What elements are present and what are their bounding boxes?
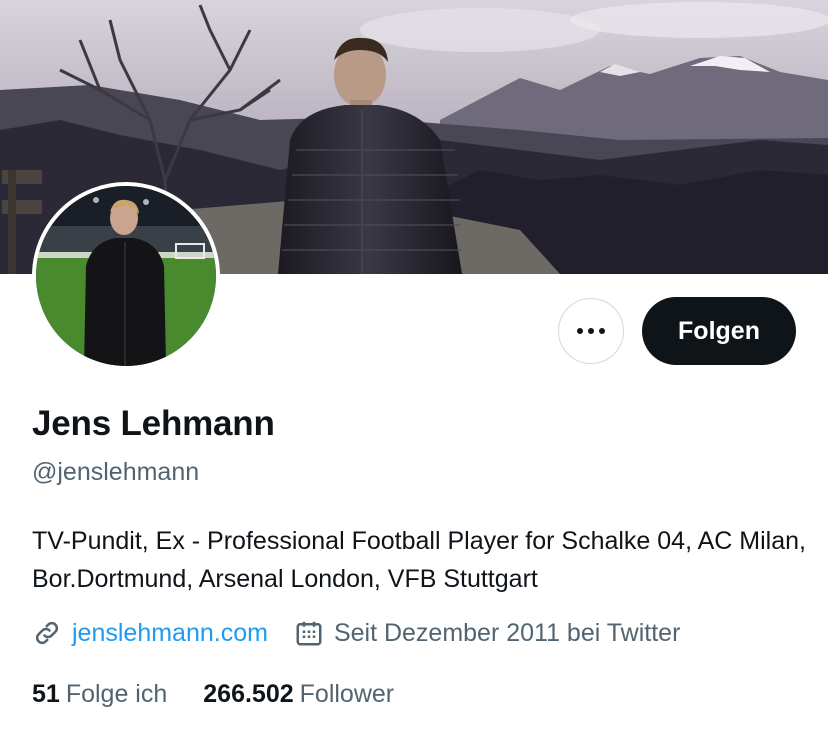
followers-label: Follower bbox=[299, 680, 395, 708]
profile-handle: @jenslehmann bbox=[32, 458, 200, 486]
more-options-button[interactable] bbox=[558, 298, 624, 364]
following-count: 51 bbox=[32, 680, 60, 708]
calendar-icon bbox=[294, 618, 324, 648]
joined-item: Seit Dezember 2011 bei Twitter bbox=[294, 618, 680, 648]
profile-bio: TV-Pundit, Ex - Professional Football Pl… bbox=[32, 527, 806, 593]
website-link[interactable]: jenslehmann.com bbox=[72, 619, 268, 648]
following-label: Folge ich bbox=[65, 680, 168, 708]
followers-count: 266.502 bbox=[203, 680, 294, 708]
profile-avatar[interactable] bbox=[32, 182, 220, 370]
followers-stat[interactable]: 266.502 Follower bbox=[203, 680, 394, 709]
joined-date: Seit Dezember 2011 bei Twitter bbox=[333, 618, 681, 647]
following-stat[interactable]: 51 Folge ich bbox=[32, 680, 167, 709]
profile-stats: 51 Folge ich 266.502 Follower bbox=[32, 680, 430, 709]
follow-button[interactable]: Folgen bbox=[642, 297, 796, 365]
profile-name: Jens Lehmann bbox=[32, 404, 275, 443]
website-item: jenslehmann.com bbox=[32, 618, 268, 648]
profile-meta: jenslehmann.com Seit Dezember 2011 bei T… bbox=[32, 618, 680, 648]
link-icon bbox=[32, 618, 62, 648]
more-dots-icon bbox=[577, 328, 605, 334]
